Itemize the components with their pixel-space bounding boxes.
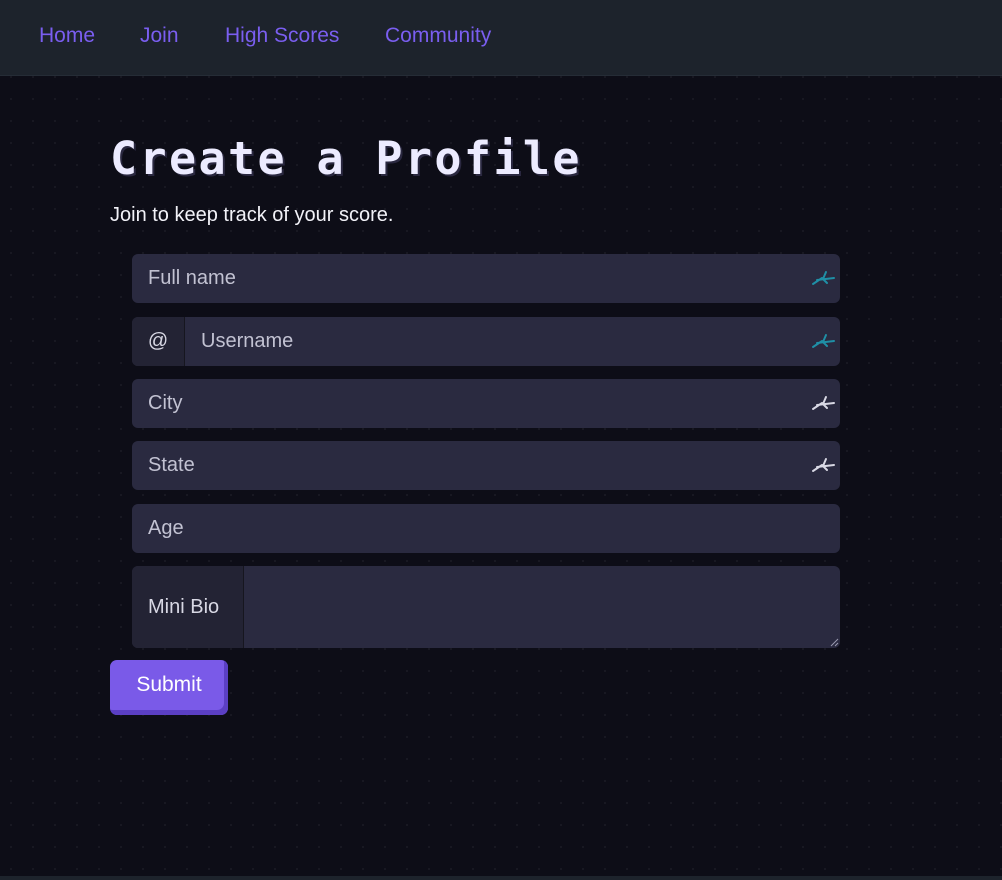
full-name-field-group xyxy=(132,254,840,303)
autofill-key-icon[interactable] xyxy=(810,268,838,288)
at-prefix-addon: @ xyxy=(132,317,185,366)
nav-link-high-scores[interactable]: High Scores xyxy=(225,24,339,48)
page-title: Create a Profile xyxy=(110,132,582,185)
submit-button[interactable]: Submit xyxy=(110,660,228,715)
autofill-key-icon[interactable] xyxy=(810,455,838,475)
age-input[interactable] xyxy=(132,504,840,553)
mini-bio-field-group: Mini Bio xyxy=(132,566,840,648)
top-navbar: Home Join High Scores Community xyxy=(0,0,1002,76)
nav-link-community[interactable]: Community xyxy=(385,24,491,48)
mini-bio-label: Mini Bio xyxy=(132,566,244,648)
city-input[interactable] xyxy=(132,379,840,428)
nav-link-join[interactable]: Join xyxy=(140,24,179,48)
username-field-group: @ xyxy=(132,317,840,366)
footer-divider xyxy=(0,876,1002,880)
resize-grip-icon[interactable] xyxy=(829,637,839,647)
page-subtitle: Join to keep track of your score. xyxy=(110,204,394,226)
autofill-key-icon[interactable] xyxy=(810,393,838,413)
state-field-group xyxy=(132,441,840,490)
full-name-input[interactable] xyxy=(132,254,840,303)
city-field-group xyxy=(132,379,840,428)
state-input[interactable] xyxy=(132,441,840,490)
username-input[interactable] xyxy=(185,317,840,366)
mini-bio-textarea[interactable] xyxy=(244,566,840,648)
age-field-group xyxy=(132,504,840,553)
autofill-key-icon[interactable] xyxy=(810,331,838,351)
nav-link-home[interactable]: Home xyxy=(39,24,95,48)
